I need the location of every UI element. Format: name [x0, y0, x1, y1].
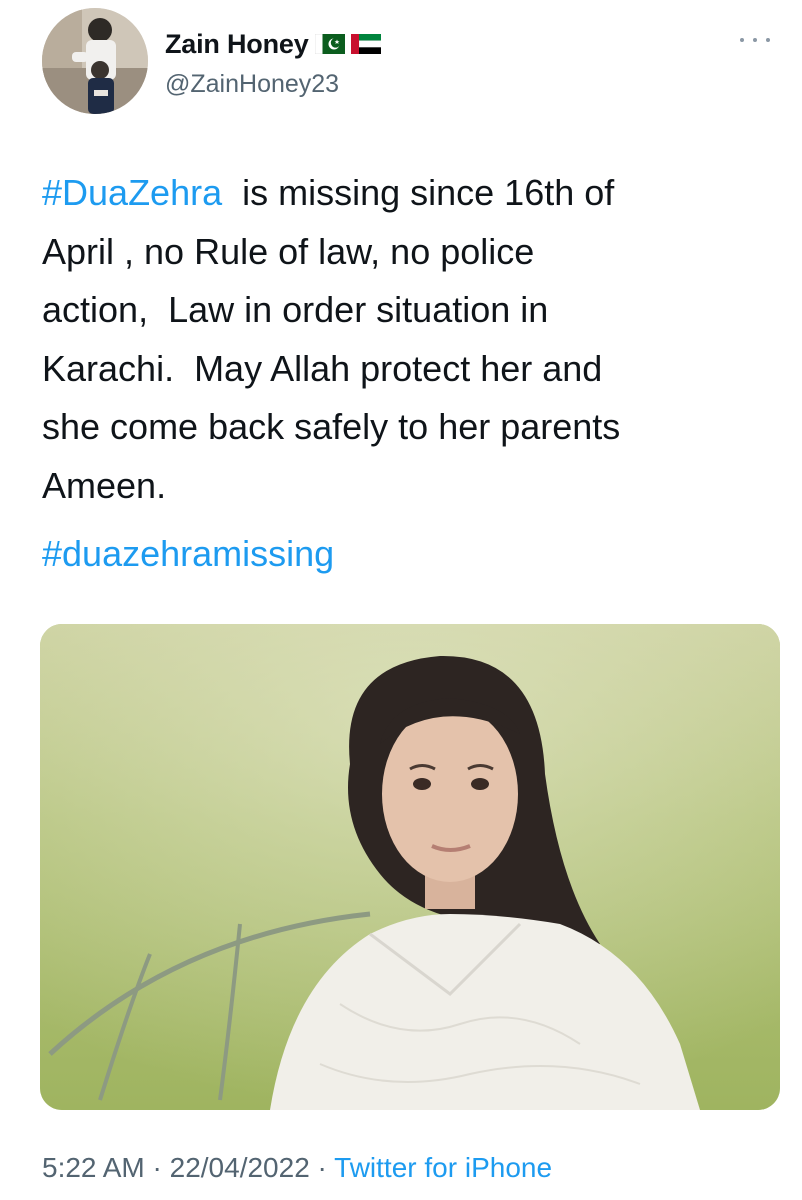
tweet-media-photo[interactable] [40, 624, 780, 1110]
more-dot [740, 38, 744, 42]
avatar-photo [42, 8, 148, 114]
more-options-icon[interactable] [740, 30, 770, 50]
meta-separator: · [317, 1152, 327, 1183]
tweet-line: action, Law in order situation in [42, 289, 549, 330]
photo-illustration [40, 624, 780, 1110]
author-display-name[interactable]: Zain Honey [165, 29, 309, 60]
pakistan-flag-icon [314, 34, 345, 54]
hashtag-link[interactable]: #DuaZehra [42, 172, 222, 213]
more-dot [753, 38, 757, 42]
tweet-line-text: is missing since 16th of [222, 172, 615, 213]
author-handle[interactable]: @ZainHoney23 [165, 70, 339, 99]
hashtag-link[interactable]: #duazehramissing [42, 525, 334, 583]
tweet-line: she come back safely to her parents [42, 406, 621, 447]
tweet-card: Zain Honey @ZainHoney23 #DuaZehra is mis… [0, 0, 802, 1200]
avatar[interactable] [42, 8, 148, 114]
meta-separator: · [152, 1152, 162, 1183]
tweet-line: Karachi. May Allah protect her and [42, 347, 603, 389]
tweet-line: #DuaZehra is missing since 16th of [42, 164, 772, 223]
tweet-date[interactable]: 22/04/2022 [170, 1152, 310, 1183]
tweet-text: #DuaZehra is missing since 16th of April… [42, 164, 772, 515]
tweet-time[interactable]: 5:22 AM [42, 1152, 145, 1183]
uae-flag-icon [350, 34, 381, 54]
tweet-line: Ameen. [42, 464, 167, 506]
tweet-line: April , no Rule of law, no police [42, 230, 535, 272]
author-name-row[interactable]: Zain Honey [165, 26, 381, 62]
more-dot [766, 38, 770, 42]
tweet-metadata: 5:22 AM · 22/04/2022 · Twitter for iPhon… [42, 1152, 552, 1184]
tweet-source-link[interactable]: Twitter for iPhone [334, 1152, 552, 1183]
